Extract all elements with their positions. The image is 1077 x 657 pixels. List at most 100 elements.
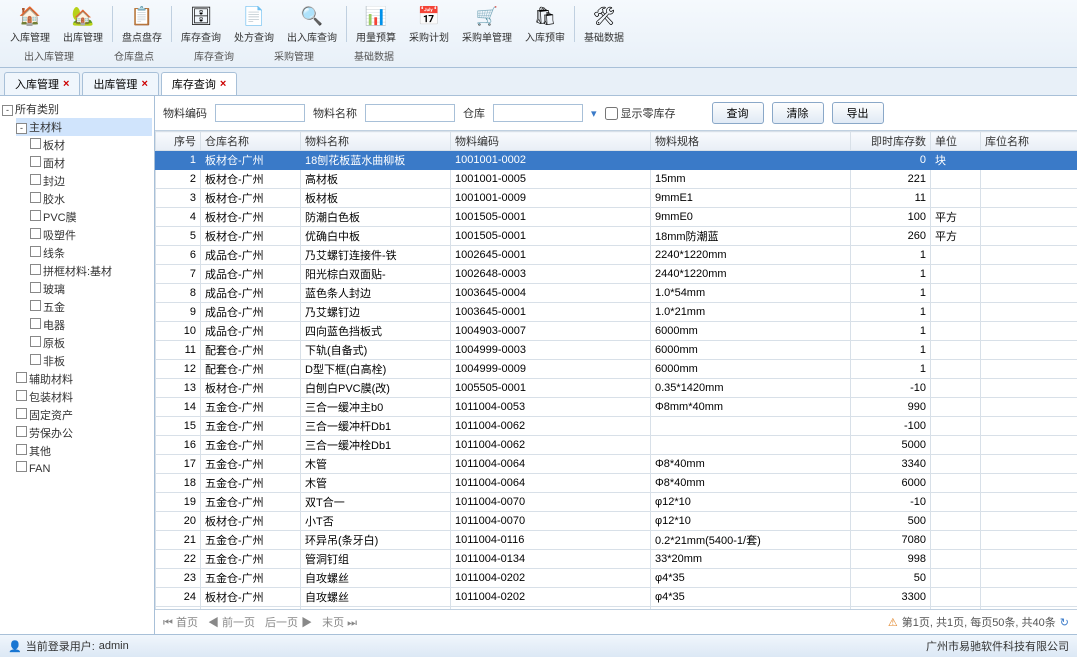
stock-grid[interactable]: 序号 仓库名称 物料名称 物料编码 物料规格 即时库存数 单位 库位名称 1板材… — [155, 131, 1077, 609]
table-row[interactable]: 18五金仓-广州木管1011004-0064Φ8*40mm6000 — [156, 474, 1077, 493]
tree-label: 主材料 — [29, 122, 62, 134]
wh-input[interactable] — [493, 104, 583, 122]
zero-stock-checkbox[interactable] — [605, 107, 618, 120]
col-unit[interactable]: 单位 — [931, 132, 981, 151]
name-input[interactable] — [365, 104, 455, 122]
cell-seq: 7 — [156, 265, 201, 284]
col-seq[interactable]: 序号 — [156, 132, 201, 151]
table-row[interactable]: 8成品仓-广州蓝色条人封边1003645-00041.0*54mm1 — [156, 284, 1077, 303]
rx-query-btn[interactable]: 📄处方查询 — [228, 2, 280, 46]
table-row[interactable]: 24板材仓-广州自攻螺丝1011004-0202φ4*353300 — [156, 588, 1077, 607]
tree-leaf-icon — [16, 426, 27, 437]
refresh-icon[interactable]: ↻ — [1060, 616, 1069, 629]
in-stock-btn[interactable]: 🏠入库管理 — [4, 2, 56, 46]
table-row[interactable]: 9成品仓-广州乃艾螺钉边1003645-00011.0*21mm1 — [156, 303, 1077, 322]
table-row[interactable]: 12配套仓-广州D型下框(白高栓)1004999-00096000mm1 — [156, 360, 1077, 379]
tree-node[interactable]: PVC膜 — [30, 208, 152, 226]
table-row[interactable]: 25成品仓-广州模具白吸顶贴板1002205-0002-1251*701*200… — [156, 607, 1077, 610]
io-query-btn[interactable]: 🔍出入库查询 — [281, 2, 343, 46]
table-row[interactable]: 23五金仓-广州自攻螺丝1011004-0202φ4*3550 — [156, 569, 1077, 588]
pager-first[interactable]: ⏮ 首页 — [163, 614, 198, 630]
col-wh[interactable]: 仓库名称 — [201, 132, 301, 151]
pager-last[interactable]: 末页 ⏭ — [322, 614, 357, 630]
tree-node[interactable]: 面材 — [30, 154, 152, 172]
tree-node[interactable]: -所有类别 — [2, 100, 152, 118]
purchase-plan-btn[interactable]: 📅采购计划 — [403, 2, 455, 46]
tree-toggle-icon[interactable]: - — [2, 105, 13, 116]
tab-outstock-close-icon[interactable]: × — [141, 78, 147, 90]
table-row[interactable]: 1板材仓-广州18刨花板蓝水曲柳板1001001-00020块 — [156, 151, 1077, 170]
table-row[interactable]: 3板材仓-广州板材板1001001-00099mmE111 — [156, 189, 1077, 208]
code-input[interactable] — [215, 104, 305, 122]
table-row[interactable]: 14五金仓-广州三合一缓冲主b01011004-0053Φ8mm*40mm990 — [156, 398, 1077, 417]
usage-budget-btn[interactable]: 📊用量预算 — [350, 2, 402, 46]
grid-header-row: 序号 仓库名称 物料名称 物料编码 物料规格 即时库存数 单位 库位名称 — [156, 132, 1077, 151]
tree-node[interactable]: 玻璃 — [30, 280, 152, 298]
basedata-btn[interactable]: 🛠基础数据 — [578, 2, 630, 46]
col-spec[interactable]: 物料规格 — [651, 132, 851, 151]
stock-query-btn[interactable]: 🗄库存查询 — [175, 2, 227, 46]
table-row[interactable]: 11配套仓-广州下轨(自备式)1004999-00036000mm1 — [156, 341, 1077, 360]
table-row[interactable]: 21五金仓-广州环异吊(条牙白)1011004-01160.2*21mm(540… — [156, 531, 1077, 550]
tree-node[interactable]: FAN — [16, 460, 152, 476]
table-row[interactable]: 5板材仓-广州优确白中板1001505-000118mm防潮蓝260平方 — [156, 227, 1077, 246]
tree-node[interactable]: 拼框材料:基材 — [30, 262, 152, 280]
tree-label: 所有类别 — [15, 104, 59, 116]
out-stock-btn[interactable]: 🏡出库管理 — [57, 2, 109, 46]
cell-loc — [981, 474, 1077, 493]
cell-wh: 成品仓-广州 — [201, 322, 301, 341]
tree-node[interactable]: 胶水 — [30, 190, 152, 208]
table-row[interactable]: 20板材仓-广州小T否1011004-0070φ12*10500 — [156, 512, 1077, 531]
tree-node[interactable]: 劳保办公 — [16, 424, 152, 442]
tree-node[interactable]: 其他 — [16, 442, 152, 460]
tab-stockquery-close-icon[interactable]: × — [220, 78, 226, 90]
tree-node[interactable]: 固定资产 — [16, 406, 152, 424]
table-row[interactable]: 19五金仓-广州双T合一1011004-0070φ12*10-10 — [156, 493, 1077, 512]
wh-dropdown-icon[interactable]: ▾ — [591, 107, 597, 120]
tab-instock[interactable]: 入库管理× — [4, 72, 80, 95]
table-row[interactable]: 15五金仓-广州三合一缓冲杆Db11011004-0062-100 — [156, 417, 1077, 436]
pager-prev[interactable]: ◀ 前一页 — [208, 614, 255, 630]
tab-outstock[interactable]: 出库管理× — [82, 72, 158, 95]
table-row[interactable]: 16五金仓-广州三合一缓冲栓Db11011004-00625000 — [156, 436, 1077, 455]
col-stock[interactable]: 即时库存数 — [851, 132, 931, 151]
col-loc[interactable]: 库位名称 — [981, 132, 1077, 151]
col-name[interactable]: 物料名称 — [301, 132, 451, 151]
tree-toggle-icon[interactable]: - — [16, 123, 27, 134]
table-row[interactable]: 13板材仓-广州白刨白PVC膜(改)1005505-00010.35*1420m… — [156, 379, 1077, 398]
tree-node[interactable]: 非板 — [30, 352, 152, 370]
tree-node[interactable]: -主材料 — [16, 118, 152, 136]
table-row[interactable]: 10成品仓-广州四向蓝色挡板式1004903-00076000mm1 — [156, 322, 1077, 341]
tree-label: 面材 — [43, 158, 65, 170]
tree-node[interactable]: 吸塑件 — [30, 226, 152, 244]
table-row[interactable]: 4板材仓-广州防潮白色板1001505-00019mmE0100平方 — [156, 208, 1077, 227]
table-row[interactable]: 2板材仓-广州高材板1001001-000515mm221 — [156, 170, 1077, 189]
tree-node[interactable]: 线条 — [30, 244, 152, 262]
tree-node[interactable]: 辅助材料 — [16, 370, 152, 388]
tree-node[interactable]: 原板 — [30, 334, 152, 352]
in-preaudit-btn-label: 入库预审 — [525, 29, 565, 44]
table-row[interactable]: 7成品仓-广州阳光棕白双面贴-1002648-00032440*1220mm1 — [156, 265, 1077, 284]
cell-seq: 19 — [156, 493, 201, 512]
table-row[interactable]: 22五金仓-广州管洞钉组1011004-013433*20mm998 — [156, 550, 1077, 569]
export-button[interactable]: 导出 — [832, 102, 884, 124]
tree-node[interactable]: 板材 — [30, 136, 152, 154]
cell-stock: 260 — [851, 227, 931, 246]
purchase-order-btn[interactable]: 🛒采购单管理 — [456, 2, 518, 46]
tree-node[interactable]: 电器 — [30, 316, 152, 334]
in-preaudit-btn[interactable]: 🛍入库预审 — [519, 2, 571, 46]
tree-node[interactable]: 五金 — [30, 298, 152, 316]
cell-name: 三合一缓冲栓Db1 — [301, 436, 451, 455]
table-row[interactable]: 17五金仓-广州木管1011004-0064Φ8*40mm3340 — [156, 455, 1077, 474]
tab-instock-close-icon[interactable]: × — [63, 78, 69, 90]
col-code[interactable]: 物料编码 — [451, 132, 651, 151]
clear-button[interactable]: 清除 — [772, 102, 824, 124]
query-button[interactable]: 查询 — [712, 102, 764, 124]
table-row[interactable]: 6成品仓-广州乃艾螺钉连接件-铁1002645-00012240*1220mm1 — [156, 246, 1077, 265]
pager-next[interactable]: 后一页 ▶ — [265, 614, 312, 630]
tree-node[interactable]: 封边 — [30, 172, 152, 190]
cell-seq: 18 — [156, 474, 201, 493]
inventory-btn[interactable]: 📋盘点盘存 — [116, 2, 168, 46]
tree-node[interactable]: 包装材料 — [16, 388, 152, 406]
tab-stockquery[interactable]: 库存查询× — [161, 72, 237, 95]
